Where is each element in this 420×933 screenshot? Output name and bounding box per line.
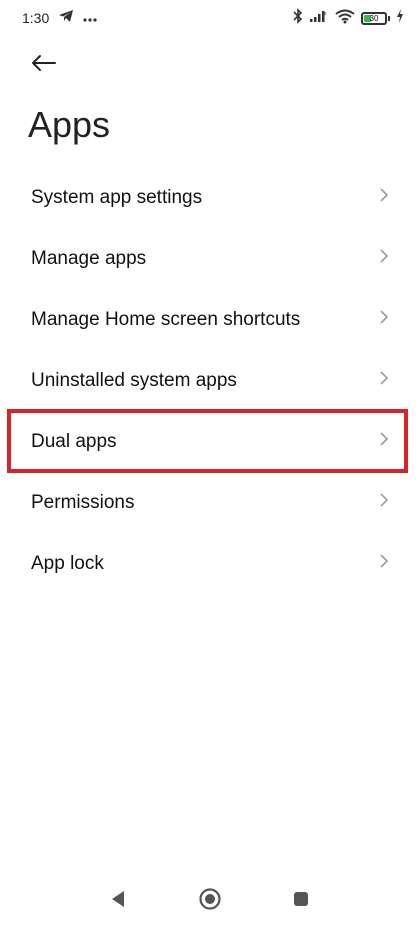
telegram-icon [58, 9, 74, 28]
wifi-icon [335, 9, 355, 29]
status-bar: 1:30 x 30 [0, 0, 420, 36]
chevron-right-icon [378, 187, 390, 208]
menu-item-label: Manage Home screen shortcuts [31, 308, 301, 330]
chevron-right-icon [378, 309, 390, 330]
nav-recents-icon [292, 890, 310, 913]
menu-item-manage-apps[interactable]: Manage apps [0, 228, 420, 289]
menu-item-permissions[interactable]: Permissions [0, 472, 420, 533]
chevron-right-icon [378, 553, 390, 574]
menu-item-label: App lock [31, 552, 104, 574]
nav-back-button[interactable] [104, 887, 132, 915]
menu-item-label: Dual apps [31, 430, 117, 452]
back-arrow-icon [30, 54, 56, 77]
nav-home-button[interactable] [196, 887, 224, 915]
menu-item-uninstalled-system-apps[interactable]: Uninstalled system apps [0, 350, 420, 411]
nav-recents-button[interactable] [287, 887, 315, 915]
charging-icon [396, 9, 404, 28]
chevron-right-icon [378, 431, 390, 452]
menu-item-label: Manage apps [31, 247, 147, 269]
battery-level: 30 [369, 13, 379, 23]
status-time: 1:30 [22, 10, 50, 26]
apps-menu-list: System app settings Manage apps Manage H… [0, 167, 420, 594]
menu-item-label: System app settings [31, 186, 203, 208]
more-dots-icon [82, 10, 98, 28]
nav-back-icon [110, 890, 126, 913]
menu-item-app-lock[interactable]: App lock [0, 533, 420, 594]
menu-item-label: Uninstalled system apps [31, 369, 237, 391]
menu-item-manage-home-screen-shortcuts[interactable]: Manage Home screen shortcuts [0, 289, 420, 350]
nav-home-icon [198, 887, 222, 916]
battery-icon: 30 [361, 12, 390, 25]
chevron-right-icon [378, 370, 390, 391]
svg-text:x: x [324, 11, 327, 17]
bluetooth-icon [293, 8, 303, 29]
navigation-bar [0, 873, 420, 933]
chevron-right-icon [378, 492, 390, 513]
menu-item-label: Permissions [31, 491, 135, 513]
menu-item-dual-apps[interactable]: Dual apps [0, 411, 420, 472]
page-title: Apps [28, 104, 111, 145]
menu-item-system-app-settings[interactable]: System app settings [0, 167, 420, 228]
chevron-right-icon [378, 248, 390, 269]
signal-icon: x [309, 9, 329, 28]
back-button[interactable] [26, 48, 60, 82]
